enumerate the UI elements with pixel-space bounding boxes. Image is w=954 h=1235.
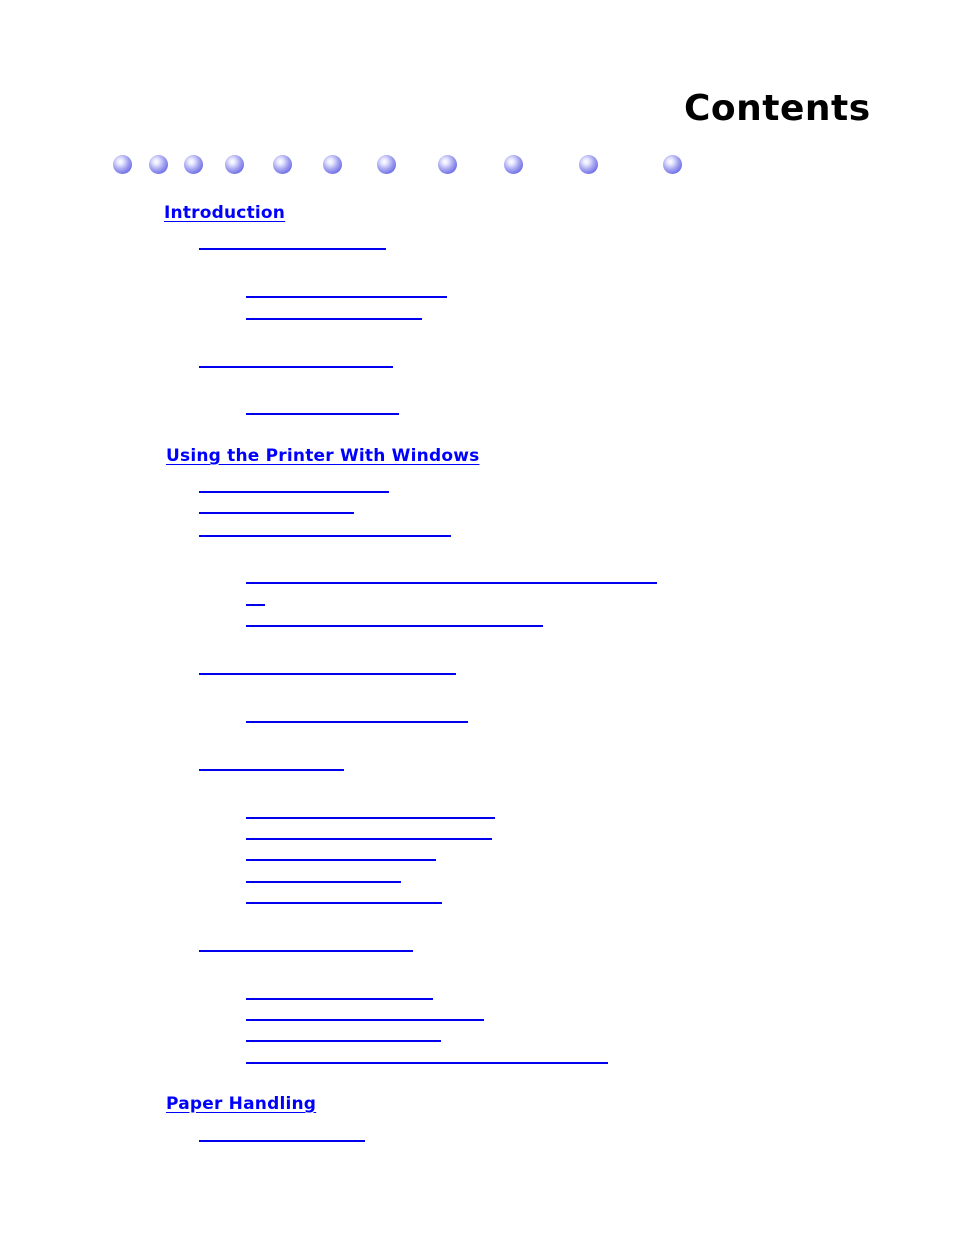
toc-entry-link[interactable] (246, 1040, 441, 1042)
bullet-dot-icon (149, 155, 168, 174)
toc-entry-link[interactable] (199, 673, 456, 675)
toc-entry-link[interactable] (246, 413, 399, 415)
toc-entry-link[interactable] (199, 769, 344, 771)
toc-entry-link[interactable] (246, 1062, 608, 1064)
toc-entry-link[interactable] (199, 491, 389, 493)
bullet-dot-icon (184, 155, 203, 174)
toc-section-paper-handling[interactable]: Paper Handling (166, 1094, 316, 1114)
toc-entry-link[interactable] (199, 248, 386, 250)
toc-entry-link[interactable] (246, 881, 401, 883)
bullet-dot-icon (377, 155, 396, 174)
toc-entry-link[interactable] (246, 1019, 484, 1021)
toc-entry-link[interactable] (246, 582, 657, 584)
toc-entry-link[interactable] (246, 998, 433, 1000)
toc-entry-link[interactable] (246, 838, 492, 840)
bullet-dot-icon (663, 155, 682, 174)
toc-section-introduction[interactable]: Introduction (164, 203, 285, 223)
toc-entry-link[interactable] (246, 817, 495, 819)
toc-entry-link[interactable] (246, 318, 422, 320)
contents-title: Contents (684, 88, 871, 129)
toc-section-using-printer-windows[interactable]: Using the Printer With Windows (166, 446, 479, 466)
toc-entry-link[interactable] (199, 950, 413, 952)
toc-entry-link[interactable] (246, 902, 442, 904)
toc-entry-link[interactable] (246, 625, 543, 627)
toc-entry-link[interactable] (199, 1140, 365, 1142)
bullet-dot-icon (438, 155, 457, 174)
bullet-dot-icon (323, 155, 342, 174)
bullet-dot-icon (225, 155, 244, 174)
toc-entry-link[interactable] (199, 366, 393, 368)
bullet-dot-icon (273, 155, 292, 174)
decorative-dot-row (0, 155, 954, 177)
toc-entry-link[interactable] (199, 512, 354, 514)
toc-entry-link[interactable] (246, 296, 447, 298)
bullet-dot-icon (579, 155, 598, 174)
toc-entry-link[interactable] (199, 535, 451, 537)
toc-entry-link[interactable] (246, 721, 468, 723)
toc-entry-link-continued[interactable] (246, 604, 265, 606)
bullet-dot-icon (504, 155, 523, 174)
toc-entry-link[interactable] (246, 859, 436, 861)
bullet-dot-icon (113, 155, 132, 174)
